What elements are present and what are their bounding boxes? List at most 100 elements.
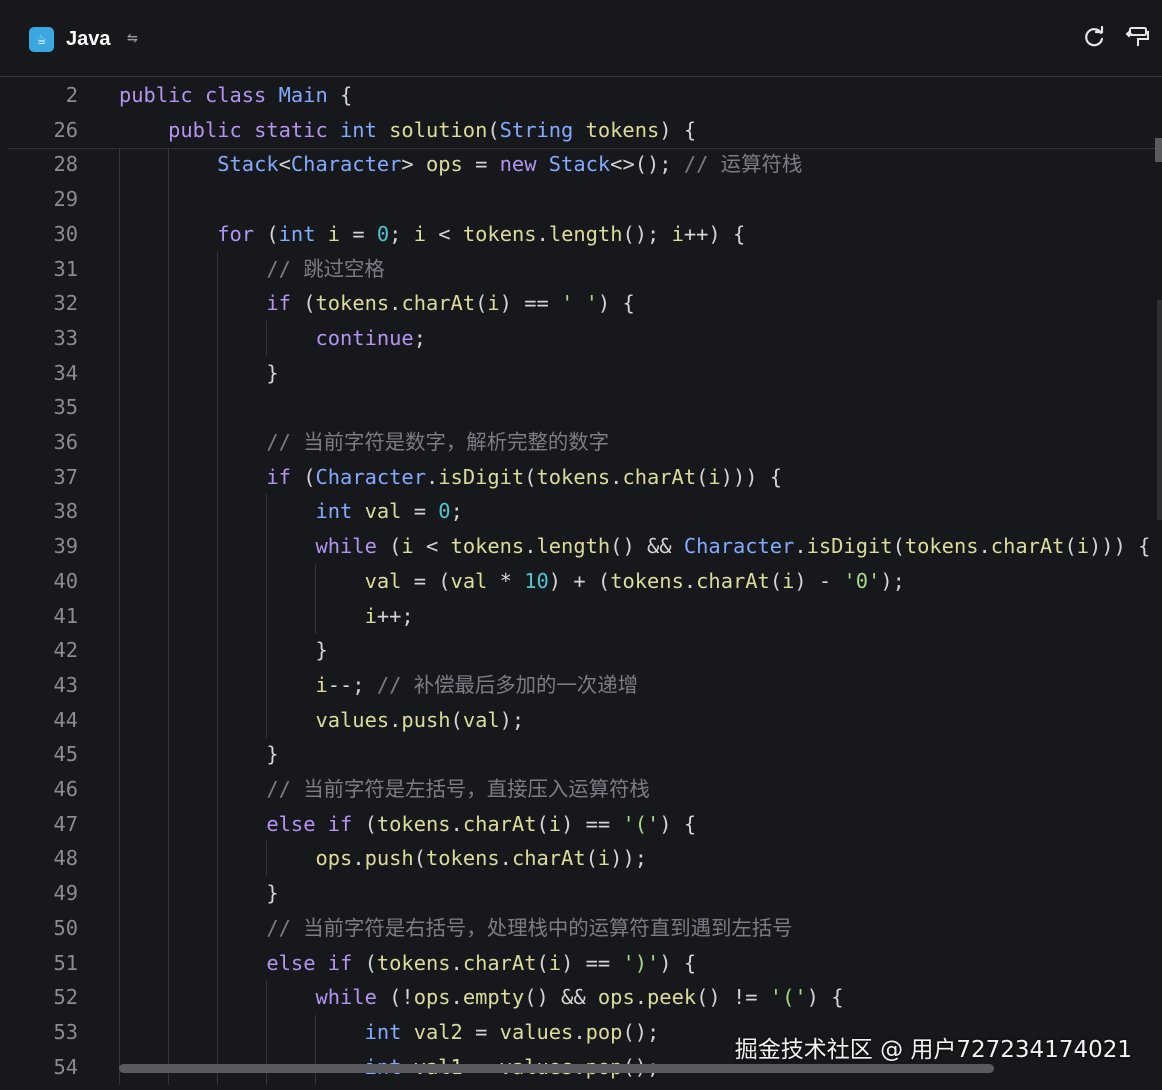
code-token: empty [462,985,525,1010]
line-number: 54 [53,1054,78,1079]
code-editor[interactable]: 2 public class Main {26 public static int … [0,78,1162,1090]
code-line: 28 Stack<Character> ops = new Stack<>(); … [0,147,1150,183]
code-token: Stack [548,152,611,177]
code-line: 39 while (i < tokens.length() && Characte… [0,529,1150,565]
code-token: val [364,568,402,593]
code-line: 47 else if (tokens.charAt(i) == '(') { [0,806,1150,842]
code-token: ( [290,291,316,316]
code-text: } [266,356,278,391]
indent-guide [315,1014,317,1050]
indent-guide [119,390,120,426]
vertical-scrollbar[interactable] [1155,138,1162,162]
watermark: 掘金技术社区 @ 用户727234174021 [734,1037,1132,1063]
indent-guide [168,806,170,842]
code-token: tokens [425,846,500,871]
code-token: tokens [610,568,684,593]
code-token: isDigit [438,464,525,489]
indent-guide [168,459,170,495]
code-token: push [364,846,414,871]
code-line: 36 // 当前字符是数字，解析完整的数字 [0,425,1150,460]
indent-guide [168,737,170,773]
code-line: 52 while (!ops.empty() && ops.peek() != '… [0,980,1150,1016]
indent-guide [119,772,120,807]
code-token: ( [487,117,500,142]
indent-guide [168,876,170,912]
code-line: 44 values.push(val); [0,702,1150,738]
code-token: ops [315,846,353,871]
code-token: tokens [462,221,537,246]
indent-guide [217,459,219,495]
indent-guide [217,667,219,703]
code-token: val2 [413,1019,463,1044]
indent-guide [119,667,120,703]
code-token: } [266,742,279,767]
code-token: tokens [585,117,660,142]
code-text: val = (val * 10) + (tokens.charAt(i) - '… [365,564,905,599]
code-text: public static int solution(String tokens… [168,113,696,148]
code-token: Character [683,534,795,559]
code-line: 40 val = (val * 10) + (tokens.charAt(i) -… [0,563,1150,599]
code-token: ( [696,464,709,489]
code-token: . [352,846,365,871]
indent-guide [119,1014,120,1050]
code-token: charAt [696,568,770,593]
code-token: values [499,1019,574,1044]
horizontal-scrollbar[interactable] [119,1064,994,1073]
swap-icon[interactable]: ⇋ [127,27,138,48]
code-token: 0 [376,221,390,246]
code-text: while (!ops.empty() && ops.peek() != '('… [315,980,843,1015]
code-line: 43 i--; // 补偿最后多加的一次递增 [0,667,1150,703]
code-token: ) { [659,117,697,142]
indent-guide [315,598,317,634]
code-token: ( [536,811,549,836]
code-token: . [389,707,402,732]
code-token: } [266,360,279,385]
code-text: Stack<Character> ops = new Stack<>(); //… [217,147,802,182]
code-token: ops [597,985,635,1010]
code-line: 42} [0,633,1150,669]
code-token: ) { [597,291,635,316]
code-text: if (Character.isDigit(tokens.charAt(i)))… [266,460,782,495]
indent-guide [119,320,120,356]
line-number: 38 [53,499,78,524]
indent-guide [217,355,219,391]
code-token: tokens [376,950,451,975]
indent-guide [119,216,120,252]
code-token: new [499,152,537,177]
code-block-header: ☕ Java ⇋ [0,0,1162,77]
refresh-icon[interactable] [1080,24,1108,52]
vertical-scroll-track [1157,300,1162,520]
code-token: public [119,83,193,107]
code-token: > [401,152,426,177]
code-text: // 当前字符是数字，解析完整的数字 [266,425,609,460]
indent-guide [217,286,219,322]
code-token: ' ' [561,291,598,316]
indent-guide [315,563,317,599]
line-number: 49 [53,881,78,906]
indent-guide [119,529,120,565]
code-token: ) { [659,950,697,975]
line-number: 44 [53,707,78,732]
code-token: = [340,221,377,246]
indent-guide [168,425,170,460]
line-number: 33 [53,325,78,350]
indent-guide [266,667,268,703]
indent-guide [168,529,170,565]
code-token: * [487,568,525,593]
code-comment: // 补偿最后多加的一次递增 [376,672,638,697]
code-token: ')' [622,950,660,975]
code-token: i [487,291,500,316]
code-line: 35 [0,390,1150,426]
indent-guide [168,494,170,530]
paint-roller-icon[interactable] [1123,24,1151,52]
indent-guide [266,1014,268,1050]
indent-guide [119,286,120,322]
code-token: ) == [561,811,623,836]
code-token: --; [327,672,377,697]
code-token: Character [290,152,402,177]
code-token: if [327,950,353,975]
line-number: 46 [53,777,78,801]
